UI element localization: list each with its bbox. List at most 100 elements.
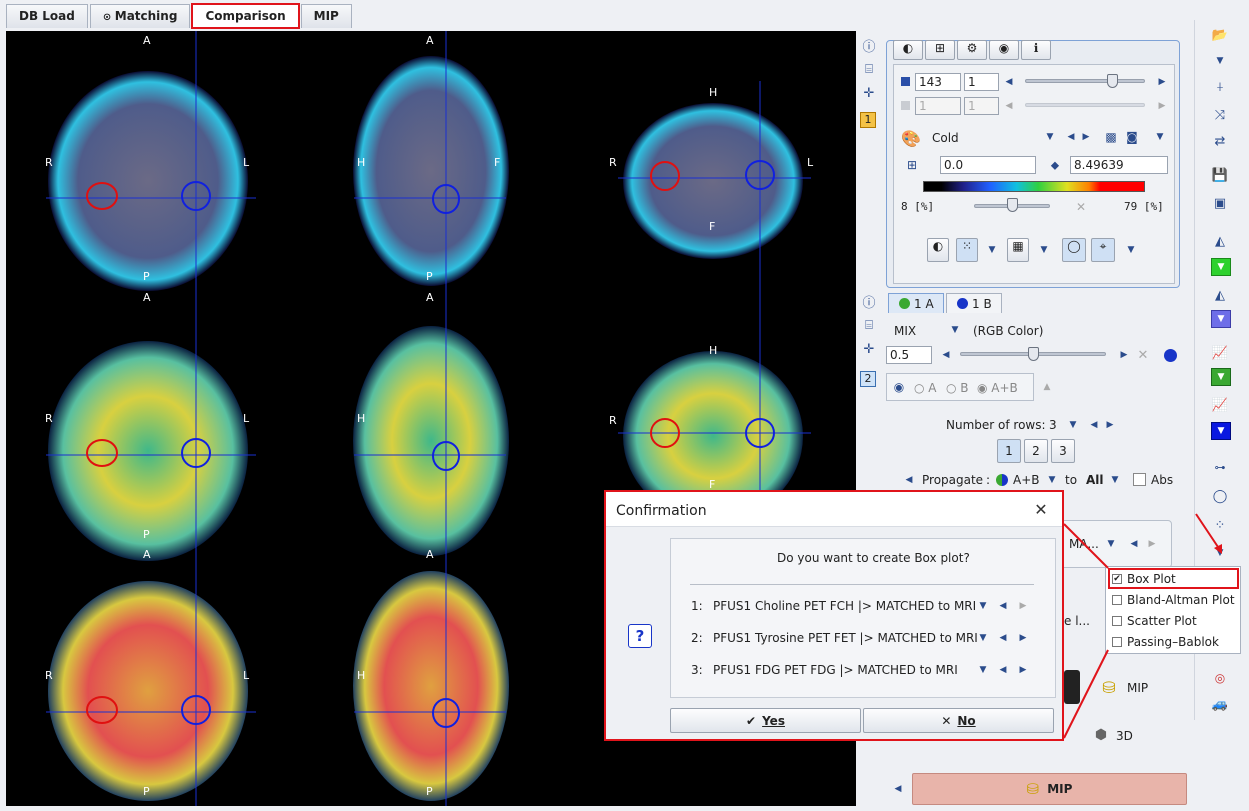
contour-button[interactable]: ◯ — [1062, 238, 1086, 262]
triangle-tool-icon[interactable]: ◭ — [1209, 230, 1231, 252]
series-index-2[interactable]: 2 — [860, 371, 876, 387]
abs-checkbox[interactable] — [1133, 473, 1146, 486]
grid-button[interactable]: ▦ — [1007, 238, 1029, 262]
frame-prev-icon[interactable]: ◀ — [1003, 97, 1015, 115]
colormap-prev-icon[interactable]: ◀ — [1065, 128, 1077, 146]
slice-input[interactable]: 143 — [915, 73, 961, 91]
tab-signal[interactable]: ◉ — [989, 40, 1019, 60]
tab-comparison[interactable]: Comparison — [191, 3, 300, 29]
help-icon[interactable]: ? — [628, 624, 652, 648]
circle-tool-icon[interactable]: ◯ — [1209, 485, 1231, 507]
slice-next-icon[interactable]: ▶ — [1156, 73, 1168, 91]
radio-ab[interactable]: ◉ A+B — [977, 381, 1018, 395]
item-3-prev-icon[interactable]: ◀ — [997, 661, 1009, 679]
series-index-1[interactable]: 1 — [860, 112, 876, 128]
mix-ratio-input[interactable]: 0.5 — [886, 346, 932, 364]
slice-slider-thumb[interactable] — [1107, 74, 1118, 88]
tab-1b[interactable]: 1 B — [946, 293, 1002, 313]
tab-matching[interactable]: ⊙ Matching — [89, 4, 191, 28]
car-icon[interactable]: 🚙 — [1209, 693, 1231, 715]
radio-a[interactable]: ○ A — [914, 381, 937, 395]
tab-settings[interactable]: ⚙ — [957, 40, 987, 60]
dots-button[interactable]: ⁙ — [956, 238, 978, 262]
item-1-next-icon[interactable]: ▶ — [1017, 597, 1029, 615]
radio-b[interactable]: ○ B — [946, 381, 969, 395]
tab-1a[interactable]: 1 A — [888, 293, 944, 313]
pin-button[interactable]: ⌖ — [1091, 238, 1115, 262]
hidden-next-icon[interactable]: ▶ — [1146, 535, 1158, 553]
hidden-prev-icon[interactable]: ◀ — [1128, 535, 1140, 553]
rows-prev-icon[interactable]: ◀ — [1088, 416, 1100, 434]
layout-icon-2[interactable]: ⌸ — [860, 316, 878, 334]
folder-dropdown-icon[interactable]: ▼ — [1209, 50, 1231, 72]
frame-input[interactable]: 1 — [915, 97, 961, 115]
rows-next-icon[interactable]: ▶ — [1104, 416, 1116, 434]
invert-button[interactable]: ◐ — [927, 238, 949, 262]
3d-label[interactable]: 3D — [1116, 729, 1133, 743]
frame-next-icon[interactable]: ▶ — [1156, 97, 1168, 115]
grid-dropdown-icon[interactable]: ▼ — [1037, 241, 1051, 259]
save-icon[interactable]: 💾 — [1209, 164, 1231, 186]
item-1-prev-icon[interactable]: ◀ — [997, 597, 1009, 615]
chart-icon[interactable]: 📈 — [1209, 342, 1231, 364]
tab-info[interactable]: ℹ — [1021, 40, 1051, 60]
info-icon-2[interactable]: ⓘ — [860, 292, 878, 311]
triangle-tool-icon-2[interactable]: ◭ — [1209, 284, 1231, 306]
menu-item-scatter[interactable]: Scatter Plot — [1112, 614, 1197, 628]
item-2-next-icon[interactable]: ▶ — [1017, 629, 1029, 647]
tab-contrast[interactable]: ◐ — [893, 40, 923, 60]
mix-dropdown-icon[interactable]: ▼ — [948, 322, 962, 338]
row-button-2[interactable]: 2 — [1024, 439, 1048, 463]
layout-icon[interactable]: ⌸ — [860, 60, 878, 78]
frame-step-input[interactable]: 1 — [964, 97, 999, 115]
info-icon[interactable]: ⓘ — [860, 36, 878, 55]
slice-slider[interactable] — [1025, 79, 1145, 83]
pin-dropdown-icon[interactable]: ▼ — [1124, 241, 1138, 259]
frame-slider[interactable] — [1025, 103, 1145, 107]
item-3-dropdown-icon[interactable]: ▼ — [976, 661, 990, 679]
tab-db-load[interactable]: DB Load — [6, 4, 88, 28]
slice-prev-icon[interactable]: ◀ — [1003, 73, 1015, 91]
item-3-next-icon[interactable]: ▶ — [1017, 661, 1029, 679]
darkgreen-dropdown-icon[interactable]: ▼ — [1211, 368, 1231, 386]
pct-close-icon[interactable]: ✕ — [1076, 200, 1086, 214]
swap-icon[interactable]: ⤨ — [1209, 104, 1231, 126]
item-2-prev-icon[interactable]: ◀ — [997, 629, 1009, 647]
propagate-dropdown-icon[interactable]: ▼ — [1045, 471, 1059, 489]
no-button[interactable]: ✕ No — [863, 708, 1054, 733]
slice-step-input[interactable]: 1 — [964, 73, 999, 91]
points-icon[interactable]: ⊶ — [1209, 456, 1231, 478]
tab-grid[interactable]: ⊞ — [925, 40, 955, 60]
dots-dropdown-icon[interactable]: ▼ — [985, 241, 999, 259]
menu-item-bland-altman[interactable]: Bland-Altman Plot — [1112, 593, 1235, 607]
item-1-dropdown-icon[interactable]: ▼ — [976, 597, 990, 615]
yes-button[interactable]: ✔ Yes — [670, 708, 861, 733]
pct-slider-thumb[interactable] — [1007, 198, 1018, 212]
propagate-prev-icon[interactable]: ◀ — [903, 471, 915, 489]
collapse-icon[interactable]: ▲ — [1040, 378, 1054, 396]
to-value[interactable]: All — [1086, 473, 1104, 487]
target-icon[interactable]: ◎ — [1209, 667, 1231, 689]
rows-dropdown-icon[interactable]: ▼ — [1066, 416, 1080, 434]
item-2-dropdown-icon[interactable]: ▼ — [976, 629, 990, 647]
mix-next-icon[interactable]: ▶ — [1118, 346, 1130, 364]
row-button-3[interactable]: 3 — [1051, 439, 1075, 463]
close-icon[interactable]: ✕ — [1030, 498, 1052, 520]
mix-close-icon[interactable]: ✕ — [1136, 346, 1150, 364]
mip-label[interactable]: MIP — [1127, 681, 1148, 695]
purple-dropdown-icon[interactable]: ▼ — [1211, 310, 1231, 328]
pin-tool-icon[interactable]: ⍭ — [1209, 76, 1231, 98]
to-dropdown-icon[interactable]: ▼ — [1108, 471, 1122, 489]
sync-icon[interactable]: ⇄ — [1209, 130, 1231, 152]
crosshair-icon[interactable]: ✛ — [860, 84, 878, 102]
propagate-value[interactable]: A+B — [1013, 473, 1040, 487]
mix-prev-icon[interactable]: ◀ — [940, 346, 952, 364]
tab-mip[interactable]: MIP — [300, 4, 352, 28]
mix-slider-thumb[interactable] — [1028, 347, 1039, 361]
colormap-dropdown-icon[interactable]: ▼ — [1043, 128, 1057, 146]
folder-open-icon[interactable]: 📂 — [1209, 24, 1231, 46]
camera-icon[interactable]: ◙ — [1124, 128, 1140, 146]
row-button-1[interactable]: 1 — [997, 439, 1021, 463]
max-input[interactable]: 8.49639 — [1070, 156, 1168, 174]
more-dropdown-icon[interactable]: ▼ — [1153, 128, 1167, 146]
